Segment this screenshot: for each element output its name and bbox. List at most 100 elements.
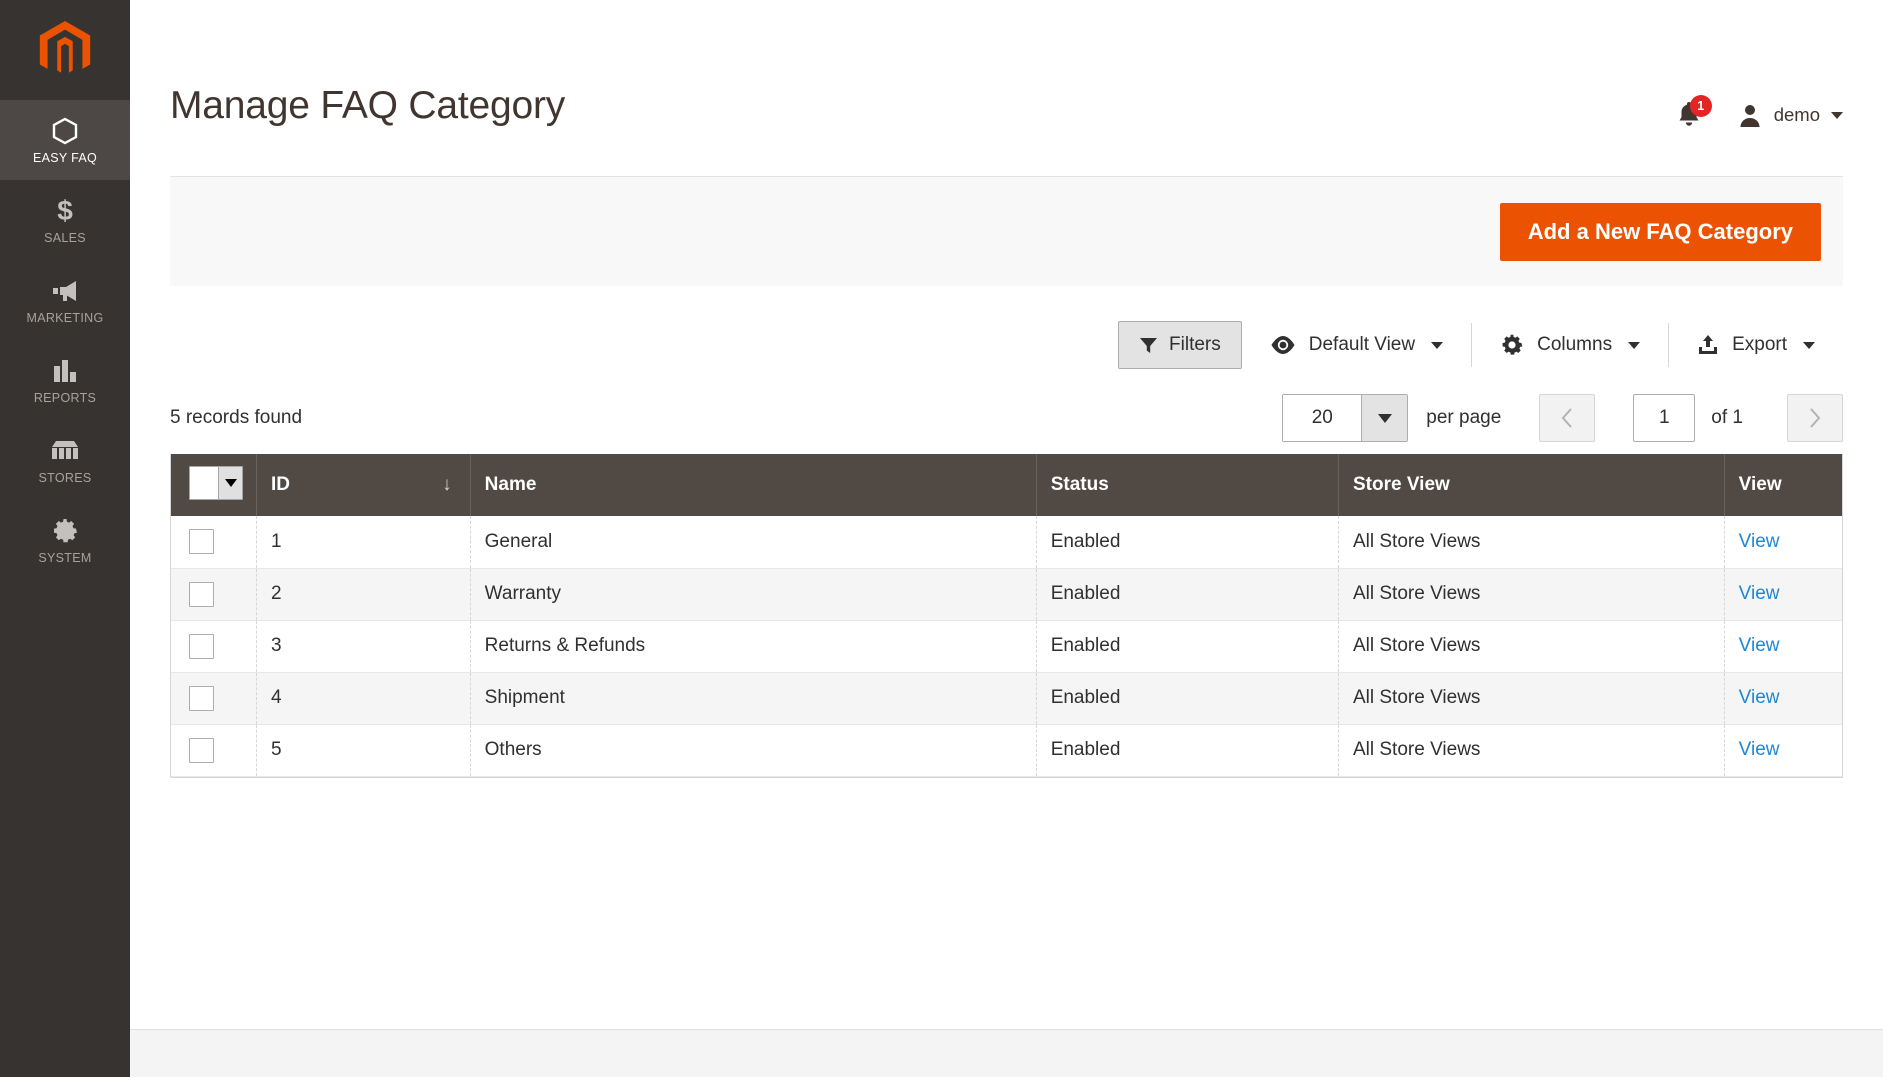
chevron-left-icon <box>1561 408 1573 428</box>
column-header-id-label: ID <box>270 474 290 495</box>
sidebar-item-label: SYSTEM <box>38 550 92 565</box>
row-select-cell <box>171 516 257 569</box>
cell-name: Others <box>470 724 1037 777</box>
cell-store-view: All Store Views <box>1338 724 1725 777</box>
sidebar-item-stores[interactable]: STORES <box>0 420 130 500</box>
table-row[interactable]: 4 Shipment Enabled All Store Views View <box>171 672 1842 725</box>
next-page-button[interactable] <box>1787 394 1843 442</box>
magento-logo-icon <box>39 20 91 73</box>
gear-icon <box>1502 334 1523 355</box>
column-header-id[interactable]: ID ↓ <box>256 454 471 516</box>
gear-icon <box>50 516 80 546</box>
current-page-input[interactable] <box>1633 394 1696 442</box>
view-link[interactable]: View <box>1739 531 1780 552</box>
sidebar-item-sales[interactable]: $ SALES <box>0 180 130 260</box>
cell-view: View <box>1724 516 1842 569</box>
cell-view: View <box>1724 568 1842 621</box>
notifications-badge: 1 <box>1689 95 1712 117</box>
cell-status: Enabled <box>1036 568 1339 621</box>
column-header-name[interactable]: Name <box>470 454 1037 516</box>
page-header: Manage FAQ Category 1 demo <box>170 0 1843 176</box>
previous-page-button[interactable] <box>1539 394 1596 442</box>
user-name: demo <box>1773 104 1820 125</box>
eye-icon <box>1271 336 1295 354</box>
export-dropdown[interactable]: Export <box>1669 323 1843 367</box>
filters-button[interactable]: Filters <box>1118 321 1242 369</box>
main-area: Manage FAQ Category 1 demo Add a New FAQ… <box>130 0 1883 1077</box>
sidebar-item-system[interactable]: SYSTEM <box>0 500 130 580</box>
row-select-cell <box>171 672 257 725</box>
view-link[interactable]: View <box>1739 635 1780 656</box>
sort-descending-icon: ↓ <box>442 474 452 495</box>
per-page-select[interactable]: 20 <box>1282 394 1409 442</box>
select-all-checkbox[interactable] <box>190 466 218 499</box>
table-header: ID ↓ Name Status Store View View <box>171 454 1842 516</box>
view-link[interactable]: View <box>1739 739 1780 760</box>
table-row[interactable]: 2 Warranty Enabled All Store Views View <box>171 568 1842 621</box>
row-checkbox[interactable] <box>189 737 214 763</box>
view-link[interactable]: View <box>1739 687 1780 708</box>
row-select-cell <box>171 568 257 621</box>
avatar-icon <box>1740 105 1760 127</box>
sidebar-item-label: SALES <box>44 230 86 245</box>
cell-view: View <box>1724 620 1842 673</box>
row-checkbox[interactable] <box>189 529 214 555</box>
bar-chart-icon <box>50 356 80 386</box>
column-header-status[interactable]: Status <box>1036 454 1339 516</box>
row-checkbox[interactable] <box>189 633 214 659</box>
sidebar-item-reports[interactable]: REPORTS <box>0 340 130 420</box>
sidebar-item-marketing[interactable]: MARKETING <box>0 260 130 340</box>
notifications-button[interactable]: 1 <box>1675 95 1712 130</box>
columns-label: Columns <box>1537 334 1613 355</box>
admin-sidebar: EASY FAQ $ SALES MARKETING REPORTS STORE… <box>0 0 130 1077</box>
table-body: 1 General Enabled All Store Views View 2… <box>171 516 1842 777</box>
view-link[interactable]: View <box>1739 583 1780 604</box>
admin-page: EASY FAQ $ SALES MARKETING REPORTS STORE… <box>0 0 1883 1077</box>
cell-id: 2 <box>256 568 471 621</box>
per-page-value: 20 <box>1283 395 1362 441</box>
table-header-row: ID ↓ Name Status Store View View <box>171 454 1842 516</box>
sidebar-item-label: MARKETING <box>26 310 104 325</box>
cell-store-view: All Store Views <box>1338 568 1725 621</box>
chevron-down-icon <box>1831 111 1843 119</box>
faq-category-table: ID ↓ Name Status Store View View 1 Gener… <box>171 454 1842 777</box>
cell-name: Returns & Refunds <box>470 620 1037 673</box>
cell-name: Warranty <box>470 568 1037 621</box>
row-checkbox[interactable] <box>189 685 214 711</box>
chevron-down-icon[interactable] <box>218 466 242 499</box>
sidebar-filler <box>0 580 130 1077</box>
cell-id: 3 <box>256 620 471 673</box>
sidebar-item-label: REPORTS <box>33 390 97 405</box>
records-found-label: 5 records found <box>170 407 303 428</box>
select-all-checkbox-dropdown[interactable] <box>189 465 243 500</box>
grid-toolbar: Filters Default View Columns Export <box>170 286 1843 382</box>
cell-name: General <box>470 516 1037 569</box>
cell-store-view: All Store Views <box>1338 620 1725 673</box>
chevron-down-icon <box>1803 341 1815 349</box>
table-row[interactable]: 3 Returns & Refunds Enabled All Store Vi… <box>171 620 1842 673</box>
chevron-down-icon <box>1628 341 1641 349</box>
column-header-store-view[interactable]: Store View <box>1338 454 1725 516</box>
sidebar-item-label: STORES <box>38 470 92 485</box>
cell-status: Enabled <box>1036 724 1339 777</box>
table-row[interactable]: 5 Others Enabled All Store Views View <box>171 724 1842 777</box>
cell-store-view: All Store Views <box>1338 672 1725 725</box>
cell-id: 1 <box>256 516 471 569</box>
default-view-dropdown[interactable]: Default View <box>1242 323 1471 367</box>
cell-status: Enabled <box>1036 620 1339 673</box>
export-upload-icon <box>1699 335 1718 354</box>
filters-label: Filters <box>1169 334 1221 355</box>
page-actions-bar: Add a New FAQ Category <box>170 176 1843 286</box>
columns-dropdown[interactable]: Columns <box>1472 323 1668 367</box>
table-row[interactable]: 1 General Enabled All Store Views View <box>171 516 1842 569</box>
user-menu[interactable]: demo <box>1737 102 1843 128</box>
sidebar-item-label: EASY FAQ <box>32 150 97 165</box>
sidebar-item-easy-faq[interactable]: EASY FAQ <box>0 100 130 180</box>
magento-logo[interactable] <box>0 0 130 100</box>
row-checkbox[interactable] <box>189 581 214 607</box>
svg-text:$: $ <box>57 196 73 226</box>
cell-id: 4 <box>256 672 471 725</box>
column-header-select-all <box>171 454 257 516</box>
per-page-label: per page <box>1426 407 1502 428</box>
add-new-faq-category-button[interactable]: Add a New FAQ Category <box>1499 202 1821 261</box>
